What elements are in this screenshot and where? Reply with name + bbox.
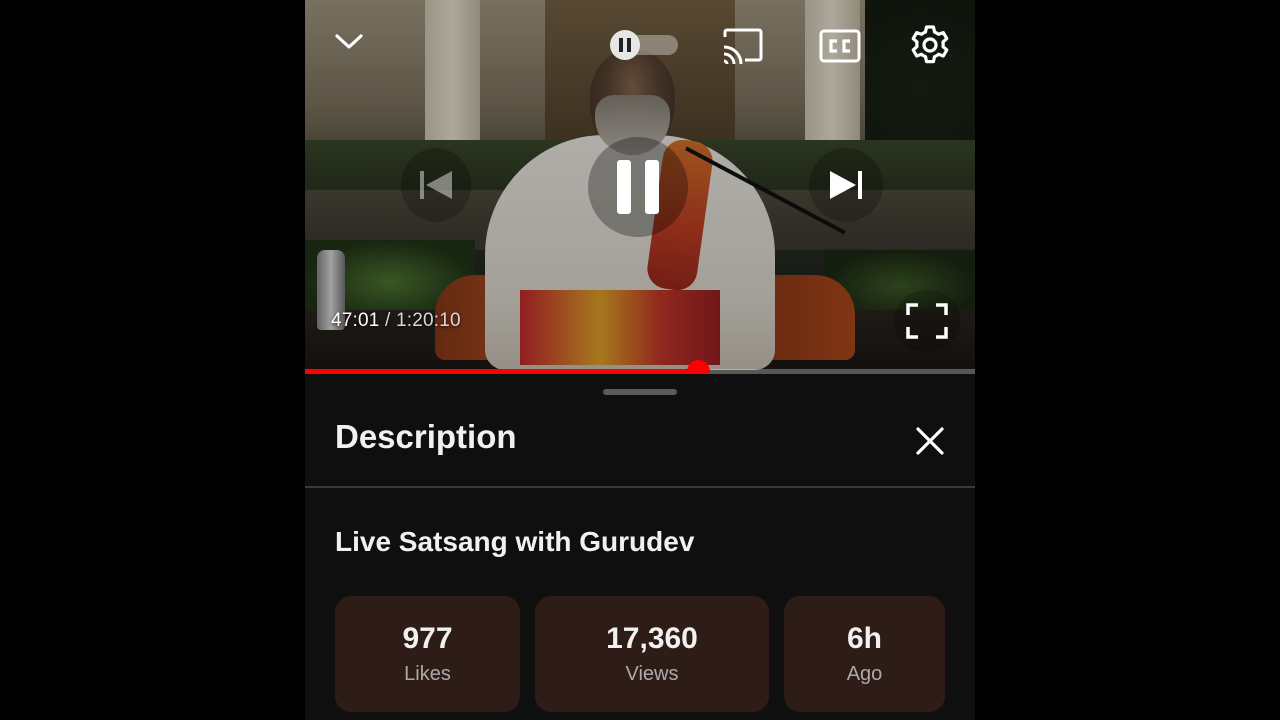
fullscreen-icon <box>906 303 948 339</box>
previous-video-button[interactable] <box>401 148 471 222</box>
video-frame-doorway <box>545 0 735 160</box>
close-icon <box>916 427 944 455</box>
upload-age-value: 6h <box>846 622 882 655</box>
pause-icon <box>617 160 659 214</box>
autoplay-knob <box>610 30 640 60</box>
panel-drag-handle[interactable] <box>603 389 677 395</box>
views-stat: 17,360 Views <box>535 596 769 712</box>
video-title: Live Satsang with Gurudev <box>335 526 695 557</box>
description-panel: Description Live Satsang with Gurudev 97… <box>305 374 975 720</box>
video-duration: 1:20:10 <box>396 310 461 331</box>
panel-divider <box>305 486 975 488</box>
video-frame-cushion <box>435 275 855 360</box>
closed-captions-icon <box>819 29 861 63</box>
cast-icon <box>723 28 763 65</box>
video-frame-plants <box>305 240 475 310</box>
captions-button[interactable] <box>817 24 863 68</box>
settings-button[interactable] <box>905 20 955 70</box>
skip-next-icon <box>830 171 862 199</box>
chevron-down-icon <box>335 34 363 49</box>
playback-time: 47:01 / 1:20:10 <box>331 310 461 332</box>
pause-icon <box>619 38 631 52</box>
gear-icon <box>911 25 949 64</box>
cast-button[interactable] <box>719 24 767 68</box>
fullscreen-button[interactable] <box>893 290 961 352</box>
time-separator: / <box>385 310 391 331</box>
current-time: 47:01 <box>331 310 380 331</box>
upload-age-stat: 6h Ago <box>784 596 945 712</box>
video-frame-pillar <box>425 0 480 165</box>
panel-title: Description <box>335 418 517 455</box>
play-pause-button[interactable] <box>588 137 688 237</box>
likes-stat: 977 Likes <box>335 596 520 712</box>
upload-age-label: Ago <box>846 663 883 685</box>
video-player[interactable]: 47:01 / 1:20:10 <box>305 0 975 372</box>
autoplay-toggle[interactable] <box>610 30 678 60</box>
likes-count: 977 <box>402 622 453 655</box>
skip-previous-icon <box>420 171 452 199</box>
video-frame-speaker-sash <box>520 290 720 365</box>
likes-label: Likes <box>404 663 451 685</box>
views-count: 17,360 <box>606 622 698 655</box>
minimize-player-button[interactable] <box>327 24 371 60</box>
close-description-button[interactable] <box>905 418 955 464</box>
mobile-screen: 47:01 / 1:20:10 Description Live Satsang… <box>305 0 975 720</box>
next-video-button[interactable] <box>809 148 883 222</box>
views-label: Views <box>625 663 679 685</box>
